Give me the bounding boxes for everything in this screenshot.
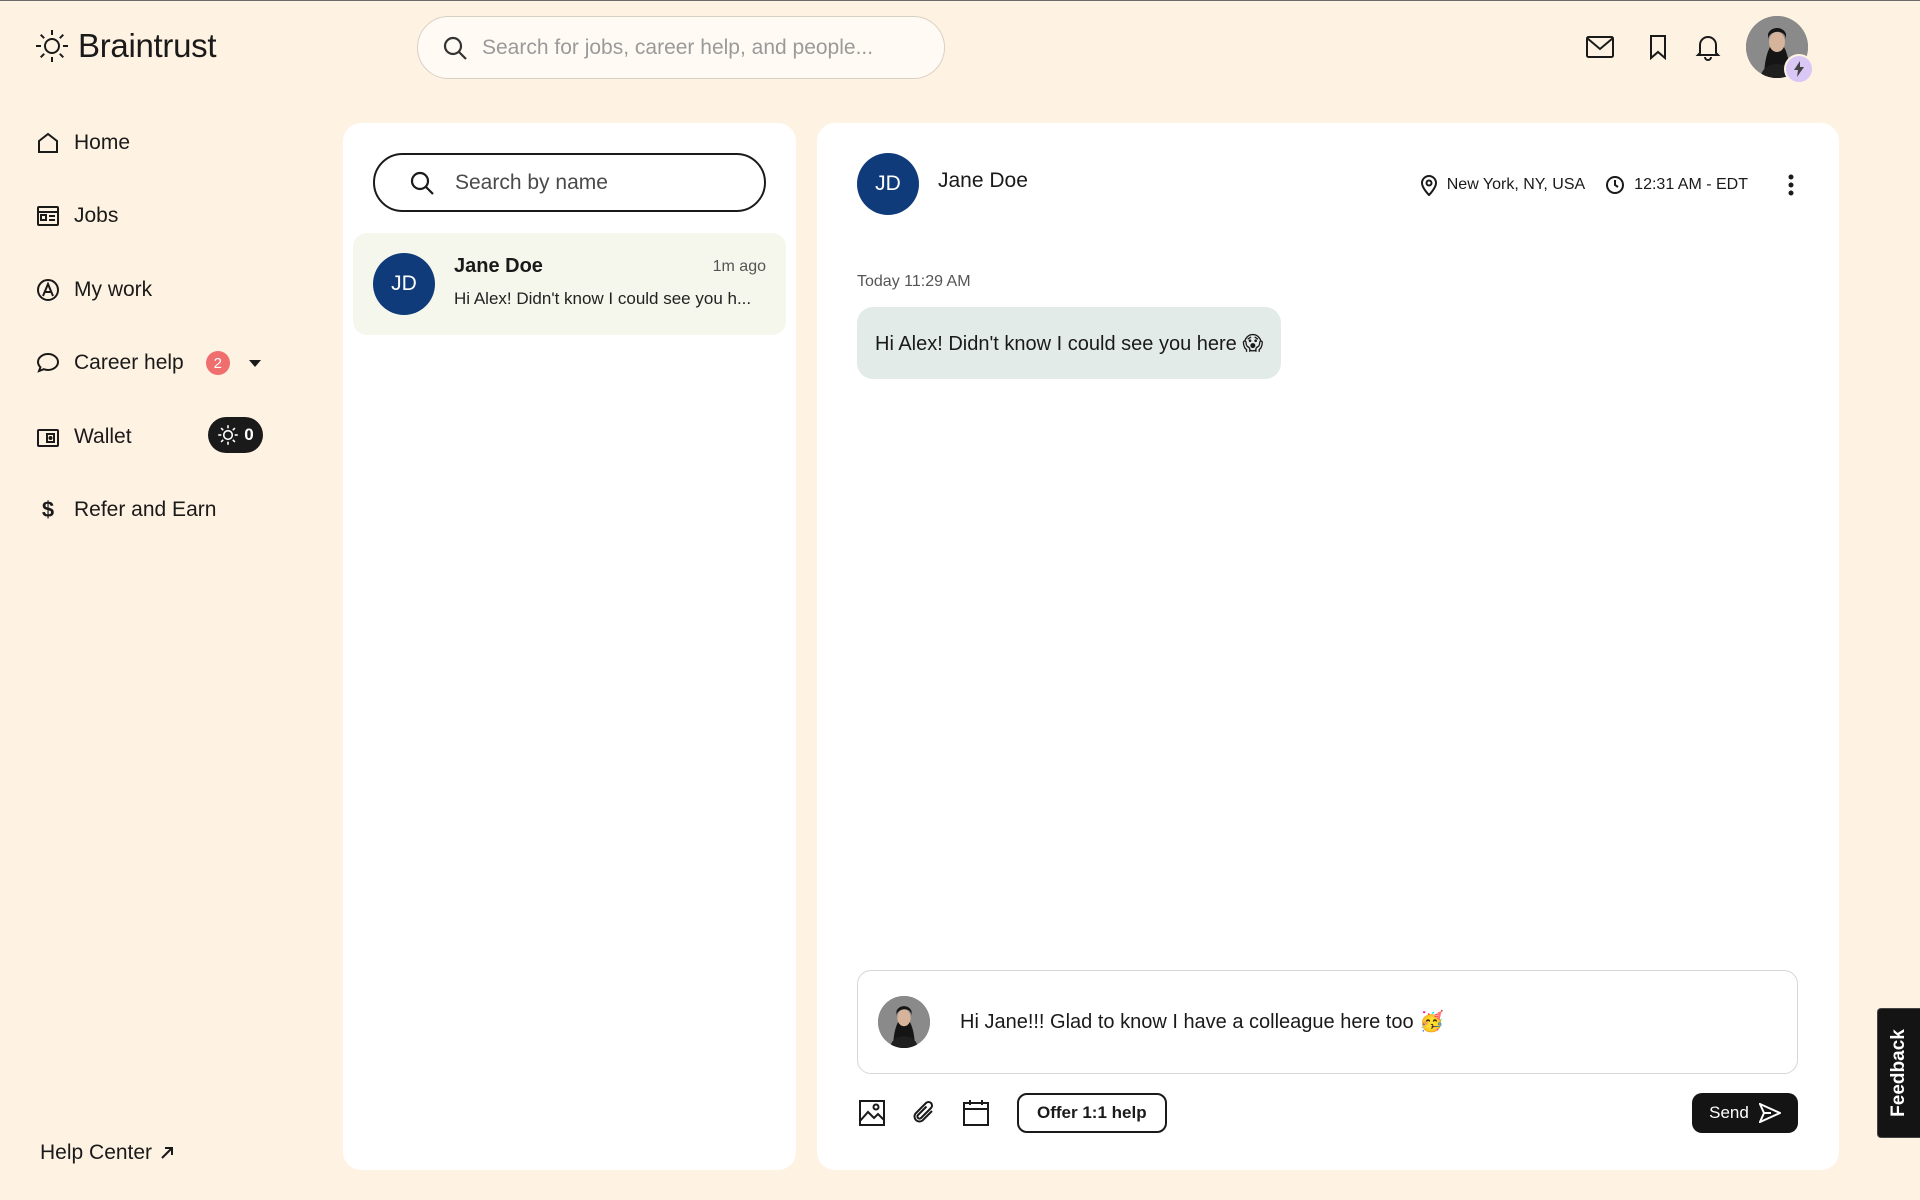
lightning-bolt-icon [1784, 54, 1814, 84]
global-search-input[interactable] [482, 35, 902, 60]
send-arrow-icon [1758, 1103, 1781, 1123]
conversation-name: Jane Doe [454, 255, 543, 277]
chat-contact-meta: New York, NY, USA 12:31 AM - EDT [1420, 170, 1803, 200]
braintrust-token-icon [217, 424, 239, 446]
wallet-balance: 0 [244, 425, 254, 444]
location-pin-icon [1420, 174, 1438, 196]
sidebar-item-label: Refer and Earn [74, 498, 217, 521]
sidebar-item-jobs[interactable]: Jobs [36, 196, 276, 236]
send-button[interactable]: Send [1692, 1093, 1798, 1133]
conversation-preview: Hi Alex! Didn't know I could see you h..… [454, 289, 752, 308]
wallet-balance-pill[interactable]: 0 [208, 417, 263, 453]
braintrust-sun-icon [34, 28, 70, 64]
jobs-icon [36, 204, 60, 228]
sidebar-item-my-work[interactable]: My work [36, 270, 276, 310]
name-search[interactable] [373, 153, 766, 212]
sidebar-item-home[interactable]: Home [36, 123, 276, 163]
help-center-link[interactable]: Help Center [40, 1141, 174, 1165]
external-link-arrow-icon [160, 1146, 174, 1160]
message-date: Today 11:29 AM [857, 273, 971, 290]
message-bubble: Hi Alex! Didn't know I could see you her… [857, 307, 1282, 379]
chat-contact-name[interactable]: Jane Doe [938, 169, 1028, 193]
message-input[interactable]: Hi Jane!!! Glad to know I have a colleag… [960, 1008, 1790, 1036]
dollar-icon: $ [41, 497, 55, 522]
message-text: Hi Alex! Didn't know I could see you her… [875, 332, 1264, 355]
sidebar-item-label: My work [74, 278, 153, 301]
send-label: Send [1709, 1103, 1749, 1122]
contact-location: New York, NY, USA [1446, 176, 1586, 193]
calendar-icon[interactable] [961, 1098, 991, 1128]
brand-logo[interactable]: Braintrust [34, 27, 217, 65]
mail-icon[interactable] [1584, 31, 1616, 63]
help-center-label: Help Center [40, 1141, 153, 1164]
global-search[interactable] [417, 16, 945, 79]
search-icon [442, 35, 468, 61]
wallet-icon [36, 425, 60, 449]
image-upload-icon[interactable] [857, 1098, 887, 1128]
my-avatar [878, 996, 930, 1048]
brand-name: Braintrust [78, 27, 217, 64]
conversation-list-panel: JD Jane Doe 1m ago Hi Alex! Didn't know … [343, 123, 796, 1170]
sidebar-item-label: Wallet [74, 425, 132, 448]
feedback-tab[interactable]: Feedback [1877, 1008, 1920, 1138]
home-icon [36, 131, 60, 155]
sidebar-item-wallet[interactable]: Wallet 0 [36, 417, 276, 457]
feedback-label: Feedback [1888, 1029, 1909, 1117]
sidebar-item-label: Home [74, 131, 131, 154]
contact-avatar: JD [373, 253, 435, 315]
user-avatar-menu[interactable] [1746, 16, 1814, 84]
message-composer[interactable]: Hi Jane!!! Glad to know I have a colleag… [857, 970, 1798, 1074]
composer-toolbar: Offer 1:1 help [857, 1093, 1167, 1133]
chat-panel: JD Jane Doe New York, NY, USA 12:31 AM -… [817, 123, 1839, 1170]
more-options-icon[interactable] [1779, 170, 1803, 200]
sidebar-item-label: Jobs [74, 204, 119, 227]
chat-contact-avatar[interactable]: JD [857, 153, 919, 215]
sidebar-item-career-help[interactable]: Career help 2 [36, 343, 276, 383]
sidebar-item-refer-and-earn[interactable]: $ Refer and Earn [36, 490, 276, 530]
notification-badge: 2 [205, 351, 230, 375]
paperclip-icon[interactable] [909, 1098, 939, 1128]
conversation-time: 1m ago [712, 258, 766, 275]
sidebar-item-label: Career help [74, 351, 184, 374]
header-actions [1584, 31, 1724, 63]
my-work-icon [36, 278, 60, 302]
offer-help-button[interactable]: Offer 1:1 help [1017, 1093, 1167, 1133]
chat-bubble-icon [36, 351, 60, 375]
bell-icon[interactable] [1692, 31, 1724, 63]
clock-icon [1605, 175, 1625, 195]
bookmark-icon[interactable] [1642, 31, 1674, 63]
conversation-item[interactable]: JD Jane Doe 1m ago Hi Alex! Didn't know … [353, 233, 786, 335]
name-search-input[interactable] [455, 170, 755, 195]
search-icon [409, 170, 435, 196]
contact-local-time: 12:31 AM - EDT [1634, 176, 1748, 193]
caret-down-icon[interactable] [248, 358, 262, 368]
